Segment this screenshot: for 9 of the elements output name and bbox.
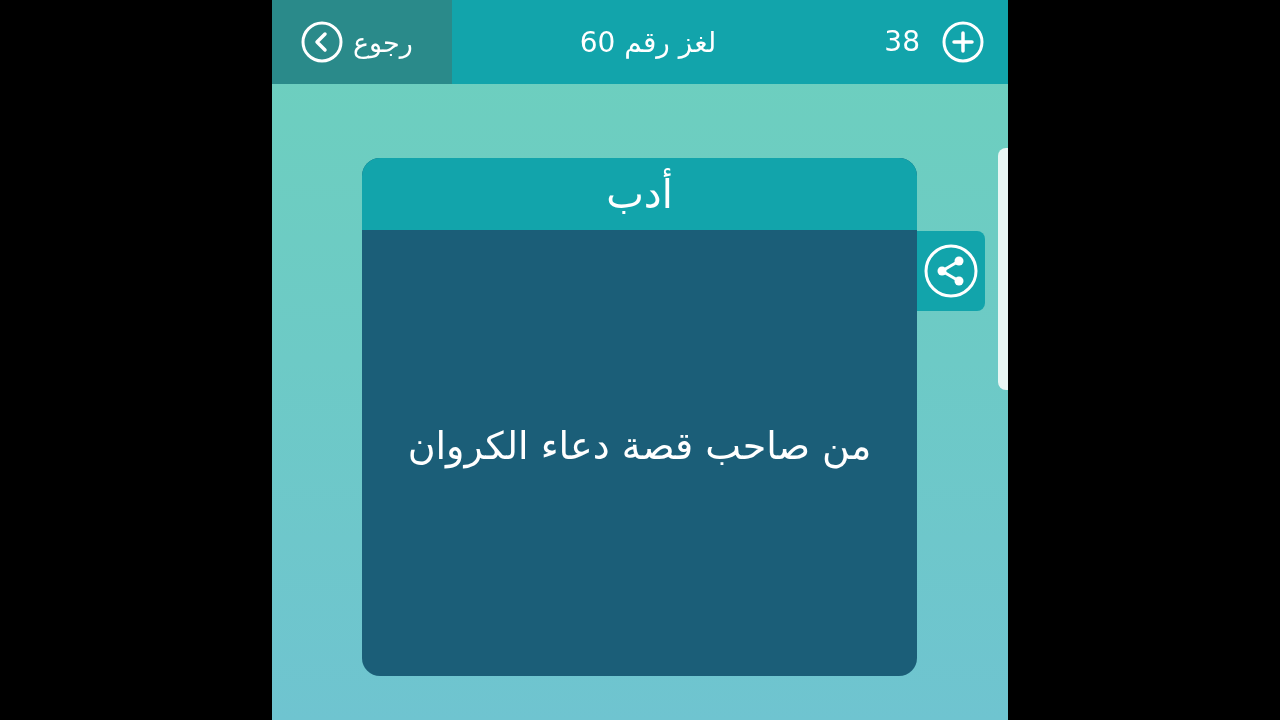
- share-icon: [924, 244, 978, 298]
- puzzle-title: لغز رقم 60: [578, 25, 718, 59]
- chevron-left-circle-icon: [301, 21, 343, 63]
- share-button[interactable]: [917, 231, 985, 311]
- question-text: من صاحب قصة دعاء الكروان: [407, 423, 872, 471]
- back-button[interactable]: رجوع: [272, 0, 452, 84]
- coin-count: 38: [884, 28, 920, 56]
- plus-circle-icon[interactable]: [942, 21, 984, 63]
- category-header: أدب: [362, 158, 917, 230]
